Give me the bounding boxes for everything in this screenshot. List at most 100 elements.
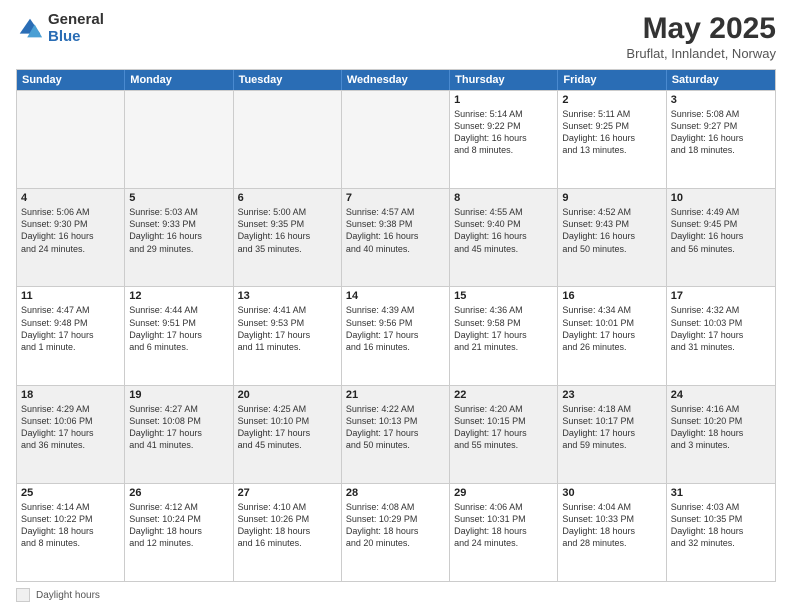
calendar-cell: 27 Sunrise: 4:10 AM Sunset: 10:26 PM Dayl…	[234, 484, 342, 581]
day-info: Sunrise: 4:57 AM Sunset: 9:38 PM Dayligh…	[346, 206, 445, 255]
calendar: SundayMondayTuesdayWednesdayThursdayFrid…	[16, 69, 776, 582]
day-number: 12	[129, 290, 228, 302]
day-number: 16	[562, 290, 661, 302]
day-info: Sunrise: 4:41 AM Sunset: 9:53 PM Dayligh…	[238, 304, 337, 353]
logo-blue-text: Blue	[48, 29, 104, 46]
calendar-header-day: Saturday	[667, 70, 775, 90]
calendar-cell: 13 Sunrise: 4:41 AM Sunset: 9:53 PM Dayli…	[234, 287, 342, 384]
day-number: 13	[238, 290, 337, 302]
calendar-cell: 15Sunrise: 4:36 AM Sunset: 9:58 PM Dayli…	[450, 287, 558, 384]
footer: Daylight hours	[16, 588, 776, 602]
calendar-cell: 19 Sunrise: 4:27 AM Sunset: 10:08 PM Dayl…	[125, 386, 233, 483]
day-number: 22	[454, 389, 553, 401]
calendar-body: 1Sunrise: 5:14 AM Sunset: 9:22 PM Daylig…	[17, 90, 775, 581]
day-info: Sunrise: 4:27 AM Sunset: 10:08 PM Daylig…	[129, 403, 228, 452]
calendar-cell: 17Sunrise: 4:32 AM Sunset: 10:03 PM Dayl…	[667, 287, 775, 384]
calendar-cell: 6Sunrise: 5:00 AM Sunset: 9:35 PM Daylig…	[234, 189, 342, 286]
day-number: 21	[346, 389, 445, 401]
calendar-cell: 25 Sunrise: 4:14 AM Sunset: 10:22 PM Dayl…	[17, 484, 125, 581]
calendar-cell: 1Sunrise: 5:14 AM Sunset: 9:22 PM Daylig…	[450, 91, 558, 188]
calendar-cell: 22 Sunrise: 4:20 AM Sunset: 10:15 PM Dayl…	[450, 386, 558, 483]
calendar-cell: 24Sunrise: 4:16 AM Sunset: 10:20 PM Dayl…	[667, 386, 775, 483]
header: General Blue May 2025 Bruflat, Innlandet…	[16, 12, 776, 61]
calendar-header-day: Thursday	[450, 70, 558, 90]
day-number: 25	[21, 487, 120, 499]
day-info: Sunrise: 4:25 AM Sunset: 10:10 PM Daylig…	[238, 403, 337, 452]
calendar-cell	[17, 91, 125, 188]
calendar-cell: 9 Sunrise: 4:52 AM Sunset: 9:43 PM Daylig…	[558, 189, 666, 286]
day-info: Sunrise: 5:08 AM Sunset: 9:27 PM Dayligh…	[671, 108, 771, 157]
calendar-row: 11Sunrise: 4:47 AM Sunset: 9:48 PM Dayli…	[17, 286, 775, 384]
calendar-row: 25 Sunrise: 4:14 AM Sunset: 10:22 PM Dayl…	[17, 483, 775, 581]
day-number: 24	[671, 389, 771, 401]
day-number: 31	[671, 487, 771, 499]
calendar-cell: 18Sunrise: 4:29 AM Sunset: 10:06 PM Dayl…	[17, 386, 125, 483]
day-number: 9	[562, 192, 661, 204]
logo-icon	[16, 15, 44, 43]
day-number: 17	[671, 290, 771, 302]
day-info: Sunrise: 4:08 AM Sunset: 10:29 PM Daylig…	[346, 501, 445, 550]
day-number: 30	[562, 487, 661, 499]
calendar-cell: 14 Sunrise: 4:39 AM Sunset: 9:56 PM Dayli…	[342, 287, 450, 384]
calendar-cell: 10 Sunrise: 4:49 AM Sunset: 9:45 PM Dayli…	[667, 189, 775, 286]
day-number: 2	[562, 94, 661, 106]
calendar-cell: 28Sunrise: 4:08 AM Sunset: 10:29 PM Dayl…	[342, 484, 450, 581]
calendar-header-day: Monday	[125, 70, 233, 90]
calendar-header: SundayMondayTuesdayWednesdayThursdayFrid…	[17, 70, 775, 90]
day-number: 19	[129, 389, 228, 401]
calendar-cell: 31 Sunrise: 4:03 AM Sunset: 10:35 PM Dayl…	[667, 484, 775, 581]
day-info: Sunrise: 4:49 AM Sunset: 9:45 PM Dayligh…	[671, 206, 771, 255]
day-number: 3	[671, 94, 771, 106]
day-info: Sunrise: 4:06 AM Sunset: 10:31 PM Daylig…	[454, 501, 553, 550]
calendar-cell: 23Sunrise: 4:18 AM Sunset: 10:17 PM Dayl…	[558, 386, 666, 483]
calendar-cell: 26Sunrise: 4:12 AM Sunset: 10:24 PM Dayl…	[125, 484, 233, 581]
calendar-header-day: Friday	[558, 70, 666, 90]
day-number: 7	[346, 192, 445, 204]
day-info: Sunrise: 4:18 AM Sunset: 10:17 PM Daylig…	[562, 403, 661, 452]
day-info: Sunrise: 5:11 AM Sunset: 9:25 PM Dayligh…	[562, 108, 661, 157]
day-info: Sunrise: 4:14 AM Sunset: 10:22 PM Daylig…	[21, 501, 120, 550]
day-info: Sunrise: 4:52 AM Sunset: 9:43 PM Dayligh…	[562, 206, 661, 255]
calendar-row: 1Sunrise: 5:14 AM Sunset: 9:22 PM Daylig…	[17, 90, 775, 188]
day-info: Sunrise: 4:10 AM Sunset: 10:26 PM Daylig…	[238, 501, 337, 550]
day-info: Sunrise: 5:03 AM Sunset: 9:33 PM Dayligh…	[129, 206, 228, 255]
calendar-cell: 2 Sunrise: 5:11 AM Sunset: 9:25 PM Daylig…	[558, 91, 666, 188]
calendar-cell: 3 Sunrise: 5:08 AM Sunset: 9:27 PM Daylig…	[667, 91, 775, 188]
calendar-cell: 12Sunrise: 4:44 AM Sunset: 9:51 PM Dayli…	[125, 287, 233, 384]
calendar-cell: 4Sunrise: 5:06 AM Sunset: 9:30 PM Daylig…	[17, 189, 125, 286]
calendar-cell: 5Sunrise: 5:03 AM Sunset: 9:33 PM Daylig…	[125, 189, 233, 286]
day-info: Sunrise: 4:34 AM Sunset: 10:01 PM Daylig…	[562, 304, 661, 353]
title-month: May 2025	[626, 12, 776, 46]
calendar-cell	[234, 91, 342, 188]
day-info: Sunrise: 4:39 AM Sunset: 9:56 PM Dayligh…	[346, 304, 445, 353]
day-info: Sunrise: 4:20 AM Sunset: 10:15 PM Daylig…	[454, 403, 553, 452]
day-number: 14	[346, 290, 445, 302]
day-info: Sunrise: 4:36 AM Sunset: 9:58 PM Dayligh…	[454, 304, 553, 353]
daylight-legend-label: Daylight hours	[36, 590, 100, 601]
calendar-cell: 30Sunrise: 4:04 AM Sunset: 10:33 PM Dayl…	[558, 484, 666, 581]
day-number: 10	[671, 192, 771, 204]
title-location: Bruflat, Innlandet, Norway	[626, 46, 776, 61]
calendar-cell: 11Sunrise: 4:47 AM Sunset: 9:48 PM Dayli…	[17, 287, 125, 384]
calendar-cell: 16 Sunrise: 4:34 AM Sunset: 10:01 PM Dayl…	[558, 287, 666, 384]
day-info: Sunrise: 4:55 AM Sunset: 9:40 PM Dayligh…	[454, 206, 553, 255]
day-number: 26	[129, 487, 228, 499]
calendar-header-day: Tuesday	[234, 70, 342, 90]
calendar-cell: 7 Sunrise: 4:57 AM Sunset: 9:38 PM Daylig…	[342, 189, 450, 286]
calendar-row: 4Sunrise: 5:06 AM Sunset: 9:30 PM Daylig…	[17, 188, 775, 286]
day-info: Sunrise: 4:22 AM Sunset: 10:13 PM Daylig…	[346, 403, 445, 452]
day-number: 11	[21, 290, 120, 302]
logo-general-text: General	[48, 12, 104, 29]
page: General Blue May 2025 Bruflat, Innlandet…	[0, 0, 792, 612]
day-info: Sunrise: 5:06 AM Sunset: 9:30 PM Dayligh…	[21, 206, 120, 255]
calendar-header-day: Wednesday	[342, 70, 450, 90]
day-info: Sunrise: 4:03 AM Sunset: 10:35 PM Daylig…	[671, 501, 771, 550]
day-number: 18	[21, 389, 120, 401]
calendar-cell	[125, 91, 233, 188]
calendar-cell: 20Sunrise: 4:25 AM Sunset: 10:10 PM Dayl…	[234, 386, 342, 483]
daylight-legend-box	[16, 588, 30, 602]
calendar-cell	[342, 91, 450, 188]
day-number: 27	[238, 487, 337, 499]
calendar-cell: 29Sunrise: 4:06 AM Sunset: 10:31 PM Dayl…	[450, 484, 558, 581]
day-number: 8	[454, 192, 553, 204]
